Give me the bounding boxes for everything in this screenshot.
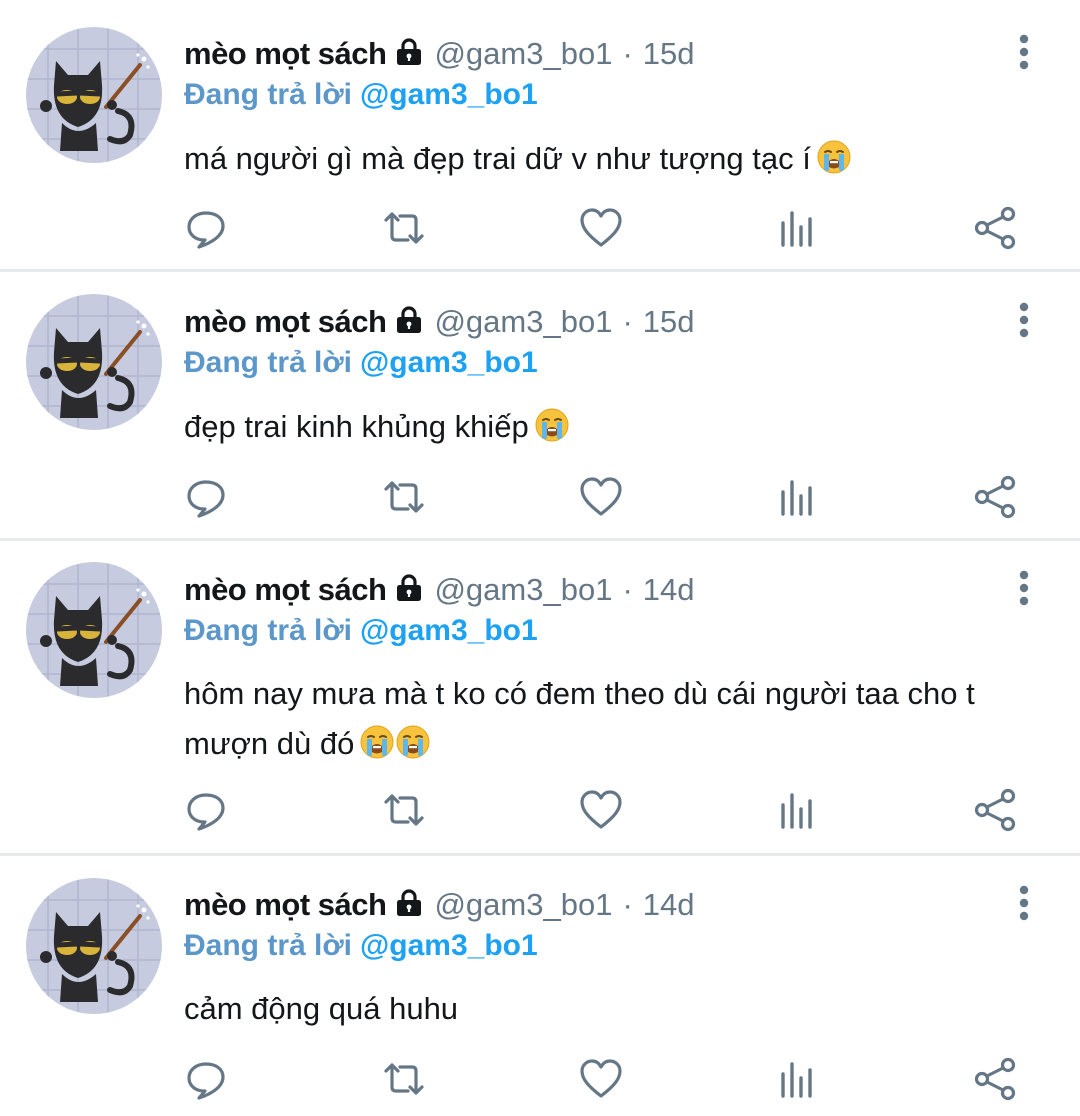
tweet-text: cảm động quá huhu	[184, 984, 1034, 1034]
replying-to-label: Đang trả lời	[184, 614, 353, 647]
tweet-text-content: đẹp trai kinh khủng khiếp	[184, 409, 529, 444]
share-icon[interactable]	[972, 1056, 1018, 1102]
like-icon[interactable]	[578, 1056, 624, 1102]
tweet-text-content: hôm nay mưa mà t ko có đem theo dù cái n…	[184, 676, 975, 761]
user-handle: @gam3_bo1	[434, 572, 613, 607]
action-bar	[0, 787, 1080, 837]
timestamp[interactable]: 15d	[643, 304, 695, 340]
share-icon[interactable]	[972, 474, 1018, 520]
replying-to-handle[interactable]: @gam3_bo1	[360, 929, 538, 962]
reply-icon[interactable]	[183, 787, 229, 833]
timestamp[interactable]: 15d	[643, 36, 695, 72]
analytics-icon[interactable]	[774, 474, 820, 520]
avatar[interactable]	[26, 294, 162, 430]
retweet-icon[interactable]	[381, 787, 427, 833]
loudly-crying-face-emoji	[396, 724, 430, 759]
reply-icon[interactable]	[183, 205, 229, 251]
tweet-header: mèo mọt sách @gam3_bo1 · 14d	[184, 883, 695, 927]
timestamp[interactable]: 14d	[643, 572, 695, 608]
replying-to: Đang trả lời @gam3_bo1	[184, 929, 538, 963]
reply-thread: mèo mọt sách @gam3_bo1 · 15d Đang trả lờ…	[0, 0, 1080, 1116]
more-vertical-icon[interactable]	[1010, 34, 1038, 70]
replying-to-label: Đang trả lời	[184, 929, 353, 962]
retweet-icon[interactable]	[381, 1056, 427, 1102]
analytics-icon[interactable]	[774, 787, 820, 833]
more-vertical-icon[interactable]	[1010, 302, 1038, 338]
avatar[interactable]	[26, 27, 162, 163]
lock-icon	[394, 888, 424, 923]
loudly-crying-face-emoji	[360, 724, 394, 759]
more-vertical-icon[interactable]	[1010, 570, 1038, 606]
retweet-icon[interactable]	[381, 474, 427, 520]
timestamp[interactable]: 14d	[643, 887, 695, 923]
display-name[interactable]: mèo mọt sách	[184, 36, 387, 72]
like-icon[interactable]	[578, 205, 624, 251]
tweet-header: mèo mọt sách @gam3_bo1 · 15d	[184, 32, 695, 76]
lock-icon	[394, 305, 424, 340]
lock-icon	[394, 573, 424, 608]
loudly-crying-face-emoji	[817, 139, 851, 174]
action-bar	[0, 205, 1080, 255]
replying-to: Đang trả lời @gam3_bo1	[184, 614, 538, 648]
replying-to-label: Đang trả lời	[184, 78, 353, 111]
loudly-crying-face-emoji	[535, 407, 569, 442]
more-vertical-icon[interactable]	[1010, 885, 1038, 921]
replying-to-label: Đang trả lời	[184, 346, 353, 379]
separator: ·	[622, 36, 633, 71]
user-handle: @gam3_bo1	[434, 887, 613, 922]
replying-to-handle[interactable]: @gam3_bo1	[360, 346, 538, 379]
avatar[interactable]	[26, 878, 162, 1014]
like-icon[interactable]	[578, 787, 624, 833]
user-handle: @gam3_bo1	[434, 304, 613, 339]
analytics-icon[interactable]	[774, 205, 820, 251]
display-name[interactable]: mèo mọt sách	[184, 887, 387, 923]
replying-to: Đang trả lời @gam3_bo1	[184, 346, 538, 380]
tweet-text: hôm nay mưa mà t ko có đem theo dù cái n…	[184, 669, 1024, 769]
tweet-header: mèo mọt sách @gam3_bo1 · 15d	[184, 300, 695, 344]
analytics-icon[interactable]	[774, 1056, 820, 1102]
replying-to-handle[interactable]: @gam3_bo1	[360, 614, 538, 647]
tweet-header: mèo mọt sách @gam3_bo1 · 14d	[184, 568, 695, 612]
action-bar	[0, 1056, 1080, 1106]
tweet-text-content: cảm động quá huhu	[184, 991, 459, 1026]
retweet-icon[interactable]	[381, 205, 427, 251]
separator: ·	[622, 304, 633, 339]
replying-to: Đang trả lời @gam3_bo1	[184, 78, 538, 112]
tweet[interactable]: mèo mọt sách @gam3_bo1 · 14d Đang trả lờ…	[0, 856, 1080, 1116]
tweet-text: má người gì mà đẹp trai dữ v như tượng t…	[184, 134, 1034, 184]
replying-to-handle[interactable]: @gam3_bo1	[360, 78, 538, 111]
reply-icon[interactable]	[183, 474, 229, 520]
tweet[interactable]: mèo mọt sách @gam3_bo1 · 14d Đang trả lờ…	[0, 541, 1080, 856]
reply-icon[interactable]	[183, 1056, 229, 1102]
avatar[interactable]	[26, 562, 162, 698]
share-icon[interactable]	[972, 787, 1018, 833]
separator: ·	[622, 887, 633, 922]
display-name[interactable]: mèo mọt sách	[184, 304, 387, 340]
lock-icon	[394, 37, 424, 72]
tweet[interactable]: mèo mọt sách @gam3_bo1 · 15d Đang trả lờ…	[0, 272, 1080, 541]
display-name[interactable]: mèo mọt sách	[184, 572, 387, 608]
tweet[interactable]: mèo mọt sách @gam3_bo1 · 15d Đang trả lờ…	[0, 0, 1080, 272]
separator: ·	[622, 572, 633, 607]
like-icon[interactable]	[578, 474, 624, 520]
tweet-text: đẹp trai kinh khủng khiếp	[184, 402, 1034, 452]
tweet-text-content: má người gì mà đẹp trai dữ v như tượng t…	[184, 141, 811, 176]
user-handle: @gam3_bo1	[434, 36, 613, 71]
share-icon[interactable]	[972, 205, 1018, 251]
action-bar	[0, 474, 1080, 524]
